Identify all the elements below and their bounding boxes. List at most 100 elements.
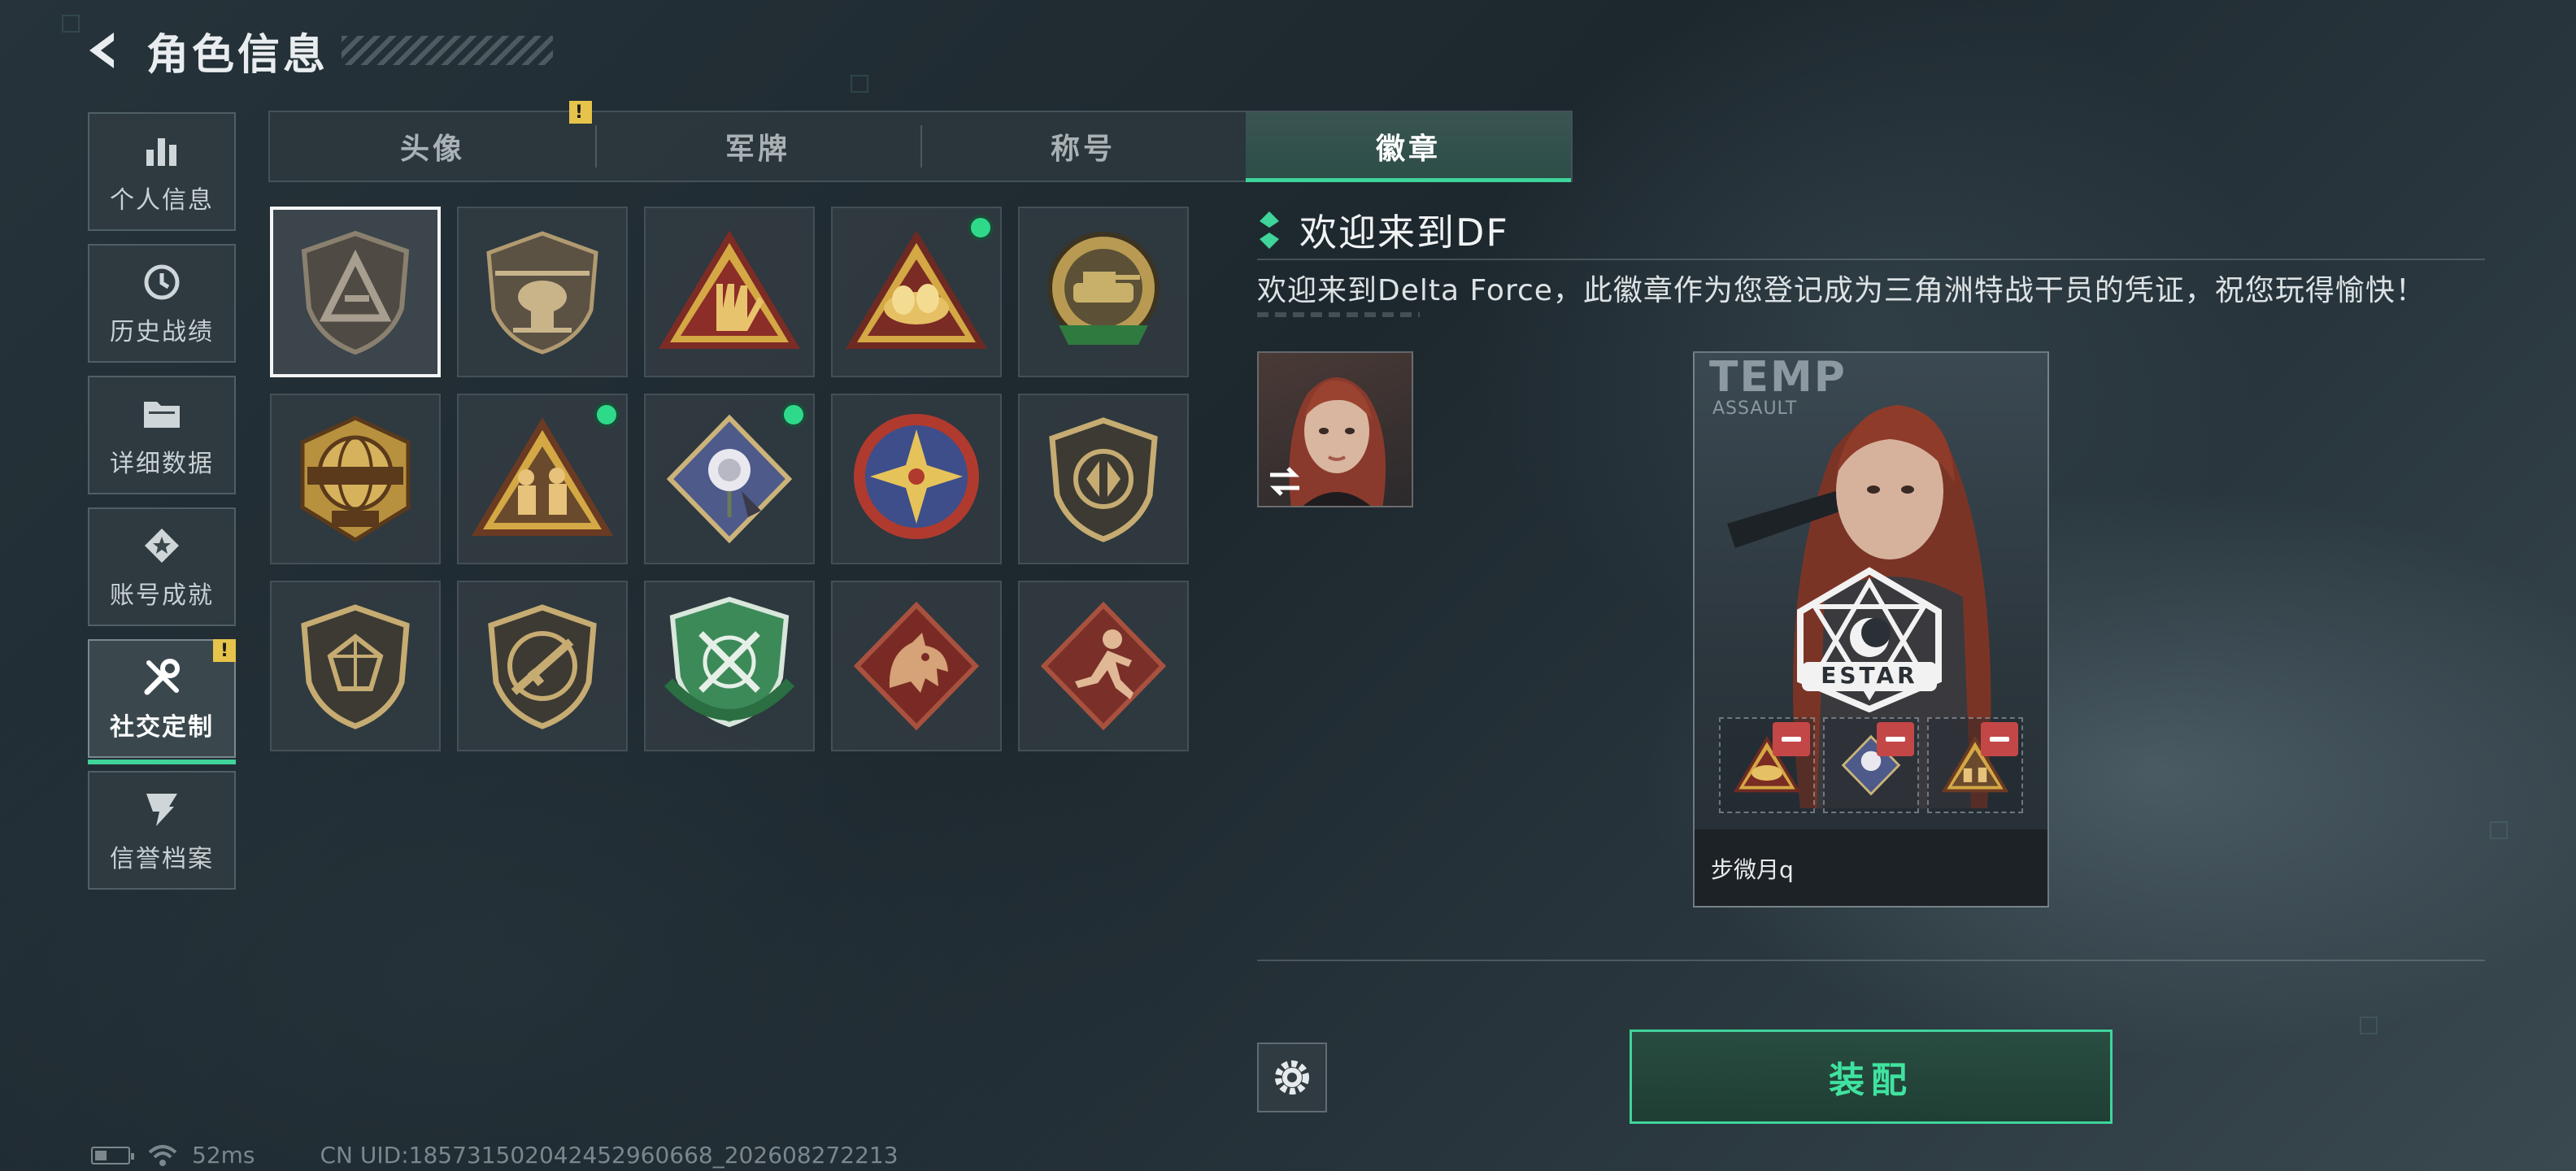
nav-item-reputation[interactable]: 信誉档案 xyxy=(88,771,236,890)
badge-slot[interactable] xyxy=(1823,717,1919,813)
badge-description: 欢迎来到Delta Force，此徽章作为您登记成为三角洲特战干员的凭证，祝您玩… xyxy=(1257,274,2426,307)
rock-hand-badge-icon xyxy=(658,230,801,349)
status-bar: 52ms CN UID:18573150204245296066​8_20260… xyxy=(91,1142,899,1169)
alert-badge: ! xyxy=(213,639,236,662)
nav-label: 社交定制 xyxy=(110,713,214,742)
card-subtitle: ASSAULT xyxy=(1712,398,1798,419)
new-indicator xyxy=(781,402,807,428)
corner-mark xyxy=(62,15,80,33)
green-rifles-shield-badge-icon xyxy=(664,596,795,728)
reputation-icon xyxy=(139,786,185,832)
tab-badge[interactable]: 徽章 xyxy=(1246,112,1571,182)
divider xyxy=(1257,259,2485,260)
swap-icon[interactable] xyxy=(1265,462,1304,501)
title-decoration xyxy=(342,36,554,65)
side-nav: 个人信息 历史战绩 详细数据 账号成就 社交定制 ! 信誉档案 xyxy=(88,112,236,903)
badge-slot[interactable] xyxy=(1927,717,2023,813)
gear-icon xyxy=(1275,1060,1309,1095)
player-card-preview: TEMP ASSAULT ESTAR 步微月q xyxy=(1693,351,2049,908)
nav-label: 详细数据 xyxy=(110,450,214,478)
tab-dogtag[interactable]: 军牌 xyxy=(595,112,920,181)
arrows-shield-badge-icon xyxy=(1049,417,1158,542)
dragon-diamond-badge-icon xyxy=(853,601,980,731)
badge-detail-header: 欢迎来到DF xyxy=(1257,203,1509,257)
corner-mark xyxy=(851,75,868,93)
badge-cell[interactable] xyxy=(270,207,441,377)
remove-badge-button[interactable] xyxy=(1877,722,1914,756)
remove-badge-button[interactable] xyxy=(1773,722,1810,756)
avatar[interactable] xyxy=(1257,351,1413,507)
nav-item-personal-info[interactable]: 个人信息 xyxy=(88,112,236,231)
badge-cell[interactable] xyxy=(1018,581,1189,751)
back-arrow-icon[interactable] xyxy=(78,24,130,76)
nav-item-detailed-data[interactable]: 详细数据 xyxy=(88,376,236,494)
settings-button[interactable] xyxy=(1257,1043,1327,1112)
nav-label: 账号成就 xyxy=(110,581,214,610)
badge-cell[interactable] xyxy=(644,207,815,377)
new-indicator xyxy=(594,402,620,428)
badge-cell[interactable] xyxy=(831,394,1002,564)
history-icon xyxy=(139,259,185,305)
tab-label: 头像 xyxy=(399,133,465,166)
delta-force-2026-tank-badge-icon xyxy=(1047,232,1160,345)
delta-force-2026-globe-badge-icon xyxy=(300,416,411,542)
tab-label: 军牌 xyxy=(724,133,790,166)
player-name: 步微月q xyxy=(1711,856,1794,883)
badge-cell[interactable] xyxy=(1018,207,1189,377)
folder-icon xyxy=(139,391,185,437)
nav-label: 信誉档案 xyxy=(110,845,214,873)
wifi-icon xyxy=(148,1144,177,1166)
soldiers-triangle-badge-icon xyxy=(471,417,614,536)
rose-diamond-badge-icon xyxy=(666,414,793,544)
battery-icon xyxy=(91,1146,134,1164)
nav-item-achievements[interactable]: 账号成就 xyxy=(88,507,236,626)
rifle-circle-badge-icon xyxy=(488,604,597,729)
tools-icon xyxy=(139,655,185,700)
tab-label: 称号 xyxy=(1050,133,1116,166)
badge-grid xyxy=(270,207,1189,751)
card-team-text: TEMP xyxy=(1709,353,1847,402)
page-header: 角色信息 xyxy=(78,21,554,80)
badge-cell[interactable] xyxy=(1018,394,1189,564)
bar-chart-icon xyxy=(139,128,185,173)
badge-cell[interactable] xyxy=(457,207,628,377)
team-emblem-icon xyxy=(1797,567,1942,712)
nav-item-history[interactable]: 历史战绩 xyxy=(88,244,236,363)
divider xyxy=(1257,960,2485,961)
description-decoration xyxy=(1257,312,1420,317)
badge-cell[interactable] xyxy=(270,394,441,564)
remove-badge-button[interactable] xyxy=(1981,722,2018,756)
badge-cell[interactable] xyxy=(644,581,815,751)
card-footer: 步微月q xyxy=(1695,829,2047,906)
badge-cell[interactable] xyxy=(831,207,1002,377)
nav-label: 个人信息 xyxy=(110,186,214,215)
uid-text: CN UID:18573150204245296066​8_2026082722… xyxy=(320,1142,899,1169)
category-tabs: 头像 ! 军牌 称号 徽章 xyxy=(268,101,1573,182)
badge-name: 欢迎来到DF xyxy=(1299,211,1509,255)
achievement-icon xyxy=(139,523,185,568)
nav-item-social-custom[interactable]: 社交定制 ! xyxy=(88,639,236,764)
runner-diamond-badge-icon xyxy=(1040,601,1167,731)
badge-cell[interactable] xyxy=(457,581,628,751)
equip-button[interactable]: 装配 xyxy=(1630,1030,2113,1124)
page-title: 角色信息 xyxy=(146,30,329,80)
delta-shield-badge-icon xyxy=(301,230,410,355)
badge-slot[interactable] xyxy=(1719,717,1815,813)
tab-avatar[interactable]: 头像 ! xyxy=(270,101,595,181)
badge-cell[interactable] xyxy=(270,581,441,751)
badge-cell[interactable] xyxy=(831,581,1002,751)
badge-cell[interactable] xyxy=(644,394,815,564)
emblem-text: ESTAR xyxy=(1821,662,1918,689)
ping-text: 52ms xyxy=(192,1142,255,1169)
diamond-marker-icon xyxy=(1260,211,1279,249)
gem-shield-badge-icon xyxy=(301,604,410,729)
new-indicator xyxy=(968,215,994,241)
helicopter-badge-icon xyxy=(486,231,598,355)
nest-triangle-badge-icon xyxy=(845,230,988,349)
badge-cell[interactable] xyxy=(457,394,628,564)
star-compass-badge-icon xyxy=(854,414,979,539)
alert-badge: ! xyxy=(569,101,592,124)
tab-title[interactable]: 称号 xyxy=(920,112,1246,181)
tab-label: 徽章 xyxy=(1375,133,1441,166)
nav-label: 历史战绩 xyxy=(110,318,214,346)
